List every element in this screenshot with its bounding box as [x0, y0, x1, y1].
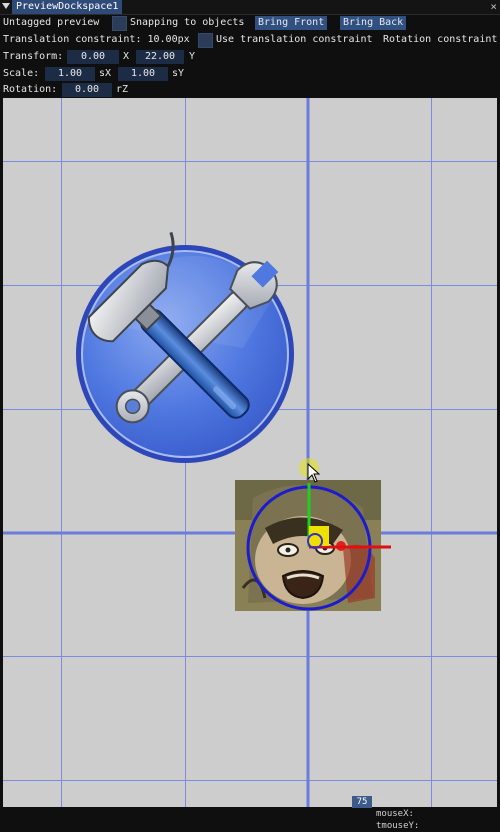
- dockspace-tab[interactable]: PreviewDockspace1: [12, 0, 123, 14]
- scale-x-label: sX: [99, 68, 112, 79]
- rotation-constraint-label: Rotation constraint: [383, 34, 498, 45]
- use-translation-checkbox[interactable]: [198, 33, 213, 48]
- transform-y-label: Y: [189, 51, 196, 62]
- scale-x-field[interactable]: 1.00: [45, 67, 95, 81]
- scale-y-label: sY: [172, 68, 185, 79]
- zoom-value[interactable]: 75: [352, 796, 372, 808]
- preview-viewport[interactable]: [3, 98, 497, 807]
- use-translation-label: Use translation constraint: [216, 34, 373, 45]
- window-titlebar: PreviewDockspace1 ×: [0, 0, 500, 15]
- rotation-z-label: rZ: [116, 84, 129, 95]
- collapse-arrow-icon[interactable]: [2, 3, 10, 9]
- scale-label: Scale:: [3, 68, 40, 79]
- snapping-label: Snapping to objects: [130, 17, 245, 28]
- zoom-mouse-text: Zoom mouseX: tmouseY:: [376, 797, 420, 831]
- origin-axes: [3, 98, 497, 807]
- viewport-canvas[interactable]: [3, 98, 497, 807]
- grid-lines: [3, 98, 497, 807]
- snapping-checkbox[interactable]: [112, 16, 127, 31]
- scale-y-field[interactable]: 1.00: [118, 67, 168, 81]
- transform-y-field[interactable]: 22.00: [136, 50, 184, 64]
- transform-x-label: X: [123, 51, 130, 62]
- preview-mode-label: Untagged preview: [3, 17, 100, 28]
- transform-label: Transform:: [3, 51, 64, 62]
- bring-back-button[interactable]: Bring Back: [340, 16, 407, 30]
- wrench-hammer-icon[interactable]: [76, 231, 298, 463]
- bring-front-button[interactable]: Bring Front: [255, 16, 328, 30]
- translation-constraint-text: Translation constraint: 10.00px: [3, 34, 190, 45]
- rotation-z-field[interactable]: 0.00: [62, 83, 112, 97]
- rotation-label: Rotation:: [3, 84, 58, 95]
- transform-x-field[interactable]: 0.00: [67, 50, 119, 64]
- close-icon[interactable]: ×: [490, 0, 497, 14]
